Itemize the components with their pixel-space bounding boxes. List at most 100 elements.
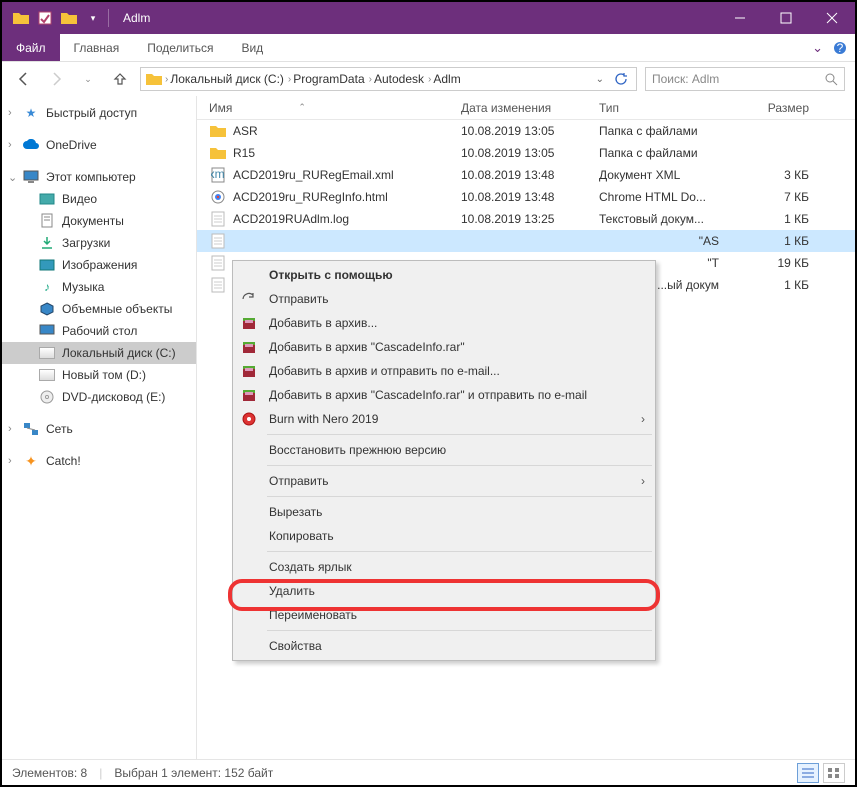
sidebar-network[interactable]: ›Сеть	[2, 418, 196, 440]
titlebar: ▾ Adlm	[2, 2, 855, 34]
sidebar-onedrive[interactable]: ›OneDrive	[2, 134, 196, 156]
sidebar-catch[interactable]: ›✦Catch!	[2, 450, 196, 472]
cm-add-archive-cascade[interactable]: Добавить в архив "CascadeInfo.rar"	[235, 335, 653, 359]
header-size[interactable]: Размер	[727, 101, 817, 115]
search-box[interactable]: Поиск: Adlm	[645, 67, 845, 91]
context-menu: Открыть с помощью Отправить Добавить в а…	[232, 260, 656, 661]
crumb-c[interactable]: Локальный диск (C:)›	[170, 72, 291, 86]
file-row[interactable]: ACD2019ru_RURegInfo.html10.08.2019 13:48…	[197, 186, 855, 208]
refresh-button[interactable]	[610, 72, 632, 86]
sidebar-local-disk-c[interactable]: Локальный диск (C:)	[2, 342, 196, 364]
up-button[interactable]	[108, 67, 132, 91]
sort-arrow-icon: ⌃	[298, 102, 306, 113]
forward-button[interactable]	[44, 67, 68, 91]
crumb-adlm[interactable]: Adlm	[433, 72, 460, 86]
cm-copy[interactable]: Копировать	[235, 524, 653, 548]
cm-send-to[interactable]: Отправить›	[235, 469, 653, 493]
help-icon[interactable]: ?	[833, 41, 847, 55]
recent-dropdown[interactable]: ⌄	[76, 67, 100, 91]
separator	[108, 9, 109, 27]
sidebar-music[interactable]: ♪Музыка	[2, 276, 196, 298]
file-icon	[209, 145, 227, 161]
header-type[interactable]: Тип	[591, 101, 727, 115]
address-dropdown-icon[interactable]: ⌄	[592, 74, 608, 85]
file-type: Папка с файлами	[591, 124, 727, 138]
separator	[267, 551, 652, 552]
file-type: Папка с файлами	[591, 146, 727, 160]
sidebar-this-pc[interactable]: ⌄Этот компьютер	[2, 166, 196, 188]
cm-burn-nero[interactable]: Burn with Nero 2019›	[235, 407, 653, 431]
search-icon[interactable]	[824, 72, 838, 86]
cm-archive-cascade-email[interactable]: Добавить в архив "CascadeInfo.rar" и отп…	[235, 383, 653, 407]
file-row[interactable]: ASR10.08.2019 13:05Папка с файлами	[197, 120, 855, 142]
cube-icon	[38, 301, 56, 317]
search-placeholder: Поиск: Adlm	[652, 72, 719, 86]
crumb-programdata[interactable]: ProgramData›	[293, 72, 372, 86]
folder-icon	[145, 71, 163, 87]
window-title: Adlm	[119, 11, 717, 25]
properties-icon[interactable]	[36, 9, 54, 27]
sidebar-videos[interactable]: Видео	[2, 188, 196, 210]
file-icon	[209, 123, 227, 139]
sidebar-new-volume-d[interactable]: Новый том (D:)	[2, 364, 196, 386]
chevron-right-icon: ›	[641, 412, 645, 426]
close-button[interactable]	[809, 2, 855, 34]
file-date: 10.08.2019 13:25	[453, 212, 591, 226]
cm-restore[interactable]: Восстановить прежнюю версию	[235, 438, 653, 462]
file-date: 10.08.2019 13:05	[453, 146, 591, 160]
cm-cut[interactable]: Вырезать	[235, 500, 653, 524]
cm-add-archive[interactable]: Добавить в архив...	[235, 311, 653, 335]
file-row[interactable]: AS"1 КБ	[197, 230, 855, 252]
navigation-pane: ›★Быстрый доступ ›OneDrive ⌄Этот компьют…	[2, 96, 197, 760]
view-details-button[interactable]	[797, 763, 819, 783]
file-row[interactable]: ACD2019RUAdlm.log10.08.2019 13:25Текстов…	[197, 208, 855, 230]
sidebar-documents[interactable]: Документы	[2, 210, 196, 232]
back-button[interactable]	[12, 67, 36, 91]
star-icon: ★	[22, 105, 40, 121]
document-icon	[38, 213, 56, 229]
cm-rename[interactable]: Переименовать	[235, 603, 653, 627]
cm-archive-email[interactable]: Добавить в архив и отправить по e-mail..…	[235, 359, 653, 383]
qat-dropdown-icon[interactable]: ▾	[84, 9, 102, 27]
header-name[interactable]: Имя⌃	[197, 101, 453, 115]
new-folder-icon[interactable]	[60, 9, 78, 27]
minimize-button[interactable]	[717, 2, 763, 34]
sidebar-dvd-drive-e[interactable]: DVD-дисковод (E:)	[2, 386, 196, 408]
sidebar-desktop[interactable]: Рабочий стол	[2, 320, 196, 342]
file-row[interactable]: xmlACD2019ru_RURegEmail.xml10.08.2019 13…	[197, 164, 855, 186]
file-name: ASR	[233, 124, 258, 138]
file-icon	[209, 233, 227, 249]
sidebar-quick-access[interactable]: ›★Быстрый доступ	[2, 102, 196, 124]
file-row[interactable]: R15 10.08.2019 13:05Папка с файлами	[197, 142, 855, 164]
crumb-root[interactable]: ›	[165, 74, 168, 85]
tab-view[interactable]: Вид	[227, 34, 277, 61]
header-date[interactable]: Дата изменения	[453, 101, 591, 115]
file-name: R15	[233, 146, 255, 160]
cm-properties[interactable]: Свойства	[235, 634, 653, 658]
winrar-icon	[239, 385, 259, 405]
sidebar-3d-objects[interactable]: Объемные объекты	[2, 298, 196, 320]
download-icon	[38, 235, 56, 251]
cm-send[interactable]: Отправить	[235, 287, 653, 311]
window-controls	[717, 2, 855, 34]
tab-file[interactable]: Файл	[2, 34, 60, 61]
sidebar-downloads[interactable]: Загрузки	[2, 232, 196, 254]
maximize-button[interactable]	[763, 2, 809, 34]
separator	[267, 630, 652, 631]
crumb-autodesk[interactable]: Autodesk›	[374, 72, 431, 86]
file-size: 19 КБ	[727, 256, 817, 270]
cm-open-with[interactable]: Открыть с помощью	[235, 263, 653, 287]
cm-create-shortcut[interactable]: Создать ярлык	[235, 555, 653, 579]
ribbon-expand-icon[interactable]: ⌄	[812, 40, 823, 56]
separator	[267, 465, 652, 466]
cm-delete[interactable]: Удалить	[235, 579, 653, 603]
file-date: 10.08.2019 13:48	[453, 190, 591, 204]
sidebar-pictures[interactable]: Изображения	[2, 254, 196, 276]
winrar-icon	[239, 361, 259, 381]
selection-info: Выбран 1 элемент: 152 байт	[114, 766, 273, 780]
tab-home[interactable]: Главная	[60, 34, 134, 61]
view-large-icons-button[interactable]	[823, 763, 845, 783]
folder-icon	[12, 9, 30, 27]
tab-share[interactable]: Поделиться	[133, 34, 227, 61]
address-box[interactable]: › Локальный диск (C:)› ProgramData› Auto…	[140, 67, 637, 91]
